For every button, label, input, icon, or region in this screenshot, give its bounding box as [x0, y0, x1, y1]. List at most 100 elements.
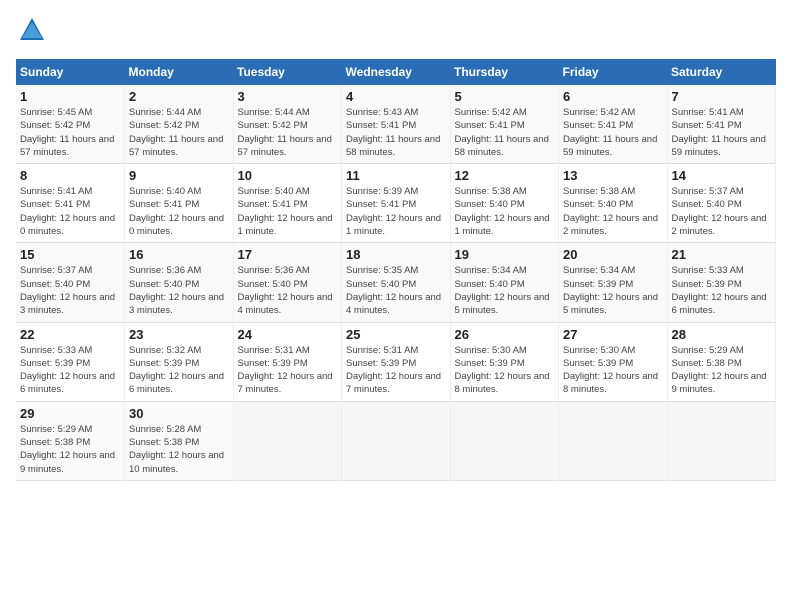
header-tuesday: Tuesday	[233, 59, 342, 85]
header-wednesday: Wednesday	[342, 59, 451, 85]
day-cell	[450, 401, 559, 480]
day-info: Sunrise: 5:30 AM Sunset: 5:39 PM Dayligh…	[455, 344, 555, 397]
header-saturday: Saturday	[667, 59, 776, 85]
logo	[16, 16, 46, 49]
week-row-4: 22 Sunrise: 5:33 AM Sunset: 5:39 PM Dayl…	[16, 322, 776, 401]
day-cell	[667, 401, 776, 480]
day-info: Sunrise: 5:42 AM Sunset: 5:41 PM Dayligh…	[563, 106, 663, 159]
day-number: 29	[20, 406, 120, 421]
header-friday: Friday	[559, 59, 668, 85]
day-info: Sunrise: 5:30 AM Sunset: 5:39 PM Dayligh…	[563, 344, 663, 397]
day-info: Sunrise: 5:38 AM Sunset: 5:40 PM Dayligh…	[563, 185, 663, 238]
header-monday: Monday	[125, 59, 234, 85]
day-number: 9	[129, 168, 229, 183]
day-cell: 7 Sunrise: 5:41 AM Sunset: 5:41 PM Dayli…	[667, 85, 776, 164]
day-number: 4	[346, 89, 446, 104]
page-header	[16, 16, 776, 49]
day-cell: 16 Sunrise: 5:36 AM Sunset: 5:40 PM Dayl…	[125, 243, 234, 322]
day-info: Sunrise: 5:41 AM Sunset: 5:41 PM Dayligh…	[672, 106, 772, 159]
day-info: Sunrise: 5:45 AM Sunset: 5:42 PM Dayligh…	[20, 106, 120, 159]
day-number: 15	[20, 247, 120, 262]
day-cell: 18 Sunrise: 5:35 AM Sunset: 5:40 PM Dayl…	[342, 243, 451, 322]
day-cell: 10 Sunrise: 5:40 AM Sunset: 5:41 PM Dayl…	[233, 164, 342, 243]
day-cell: 21 Sunrise: 5:33 AM Sunset: 5:39 PM Dayl…	[667, 243, 776, 322]
day-number: 11	[346, 168, 446, 183]
day-info: Sunrise: 5:35 AM Sunset: 5:40 PM Dayligh…	[346, 264, 446, 317]
day-number: 13	[563, 168, 663, 183]
day-number: 10	[238, 168, 338, 183]
day-info: Sunrise: 5:37 AM Sunset: 5:40 PM Dayligh…	[672, 185, 772, 238]
day-info: Sunrise: 5:34 AM Sunset: 5:39 PM Dayligh…	[563, 264, 663, 317]
day-cell: 14 Sunrise: 5:37 AM Sunset: 5:40 PM Dayl…	[667, 164, 776, 243]
day-cell: 17 Sunrise: 5:36 AM Sunset: 5:40 PM Dayl…	[233, 243, 342, 322]
day-cell: 6 Sunrise: 5:42 AM Sunset: 5:41 PM Dayli…	[559, 85, 668, 164]
day-number: 7	[672, 89, 772, 104]
day-cell: 26 Sunrise: 5:30 AM Sunset: 5:39 PM Dayl…	[450, 322, 559, 401]
day-info: Sunrise: 5:33 AM Sunset: 5:39 PM Dayligh…	[672, 264, 772, 317]
day-number: 12	[455, 168, 555, 183]
day-cell: 23 Sunrise: 5:32 AM Sunset: 5:39 PM Dayl…	[125, 322, 234, 401]
day-cell: 2 Sunrise: 5:44 AM Sunset: 5:42 PM Dayli…	[125, 85, 234, 164]
day-cell: 15 Sunrise: 5:37 AM Sunset: 5:40 PM Dayl…	[16, 243, 125, 322]
day-info: Sunrise: 5:41 AM Sunset: 5:41 PM Dayligh…	[20, 185, 120, 238]
day-info: Sunrise: 5:44 AM Sunset: 5:42 PM Dayligh…	[129, 106, 229, 159]
day-number: 3	[238, 89, 338, 104]
day-number: 14	[672, 168, 772, 183]
day-number: 8	[20, 168, 120, 183]
day-cell	[559, 401, 668, 480]
week-row-3: 15 Sunrise: 5:37 AM Sunset: 5:40 PM Dayl…	[16, 243, 776, 322]
day-cell: 3 Sunrise: 5:44 AM Sunset: 5:42 PM Dayli…	[233, 85, 342, 164]
day-number: 26	[455, 327, 555, 342]
day-info: Sunrise: 5:39 AM Sunset: 5:41 PM Dayligh…	[346, 185, 446, 238]
day-cell: 9 Sunrise: 5:40 AM Sunset: 5:41 PM Dayli…	[125, 164, 234, 243]
day-info: Sunrise: 5:31 AM Sunset: 5:39 PM Dayligh…	[346, 344, 446, 397]
day-number: 25	[346, 327, 446, 342]
day-number: 1	[20, 89, 120, 104]
day-number: 21	[672, 247, 772, 262]
day-info: Sunrise: 5:43 AM Sunset: 5:41 PM Dayligh…	[346, 106, 446, 159]
day-cell: 11 Sunrise: 5:39 AM Sunset: 5:41 PM Dayl…	[342, 164, 451, 243]
day-number: 18	[346, 247, 446, 262]
day-info: Sunrise: 5:36 AM Sunset: 5:40 PM Dayligh…	[238, 264, 338, 317]
day-cell: 30 Sunrise: 5:28 AM Sunset: 5:38 PM Dayl…	[125, 401, 234, 480]
day-info: Sunrise: 5:34 AM Sunset: 5:40 PM Dayligh…	[455, 264, 555, 317]
header-sunday: Sunday	[16, 59, 125, 85]
day-cell: 28 Sunrise: 5:29 AM Sunset: 5:38 PM Dayl…	[667, 322, 776, 401]
week-row-1: 1 Sunrise: 5:45 AM Sunset: 5:42 PM Dayli…	[16, 85, 776, 164]
week-row-2: 8 Sunrise: 5:41 AM Sunset: 5:41 PM Dayli…	[16, 164, 776, 243]
day-cell: 25 Sunrise: 5:31 AM Sunset: 5:39 PM Dayl…	[342, 322, 451, 401]
day-info: Sunrise: 5:36 AM Sunset: 5:40 PM Dayligh…	[129, 264, 229, 317]
day-cell: 20 Sunrise: 5:34 AM Sunset: 5:39 PM Dayl…	[559, 243, 668, 322]
day-info: Sunrise: 5:33 AM Sunset: 5:39 PM Dayligh…	[20, 344, 120, 397]
day-number: 20	[563, 247, 663, 262]
day-info: Sunrise: 5:38 AM Sunset: 5:40 PM Dayligh…	[455, 185, 555, 238]
day-number: 6	[563, 89, 663, 104]
day-cell: 13 Sunrise: 5:38 AM Sunset: 5:40 PM Dayl…	[559, 164, 668, 243]
day-number: 27	[563, 327, 663, 342]
day-cell: 24 Sunrise: 5:31 AM Sunset: 5:39 PM Dayl…	[233, 322, 342, 401]
day-number: 17	[238, 247, 338, 262]
day-cell	[342, 401, 451, 480]
day-cell: 22 Sunrise: 5:33 AM Sunset: 5:39 PM Dayl…	[16, 322, 125, 401]
calendar-table: SundayMondayTuesdayWednesdayThursdayFrid…	[16, 59, 776, 481]
day-number: 19	[455, 247, 555, 262]
week-row-5: 29 Sunrise: 5:29 AM Sunset: 5:38 PM Dayl…	[16, 401, 776, 480]
day-info: Sunrise: 5:42 AM Sunset: 5:41 PM Dayligh…	[455, 106, 555, 159]
day-cell: 19 Sunrise: 5:34 AM Sunset: 5:40 PM Dayl…	[450, 243, 559, 322]
day-number: 23	[129, 327, 229, 342]
calendar-header-row: SundayMondayTuesdayWednesdayThursdayFrid…	[16, 59, 776, 85]
logo-text	[16, 16, 46, 49]
day-number: 5	[455, 89, 555, 104]
day-info: Sunrise: 5:44 AM Sunset: 5:42 PM Dayligh…	[238, 106, 338, 159]
day-number: 2	[129, 89, 229, 104]
day-info: Sunrise: 5:32 AM Sunset: 5:39 PM Dayligh…	[129, 344, 229, 397]
day-cell: 5 Sunrise: 5:42 AM Sunset: 5:41 PM Dayli…	[450, 85, 559, 164]
day-cell: 4 Sunrise: 5:43 AM Sunset: 5:41 PM Dayli…	[342, 85, 451, 164]
day-info: Sunrise: 5:29 AM Sunset: 5:38 PM Dayligh…	[672, 344, 772, 397]
day-number: 24	[238, 327, 338, 342]
day-info: Sunrise: 5:40 AM Sunset: 5:41 PM Dayligh…	[129, 185, 229, 238]
header-thursday: Thursday	[450, 59, 559, 85]
day-info: Sunrise: 5:29 AM Sunset: 5:38 PM Dayligh…	[20, 423, 120, 476]
day-info: Sunrise: 5:40 AM Sunset: 5:41 PM Dayligh…	[238, 185, 338, 238]
logo-icon	[18, 16, 46, 44]
